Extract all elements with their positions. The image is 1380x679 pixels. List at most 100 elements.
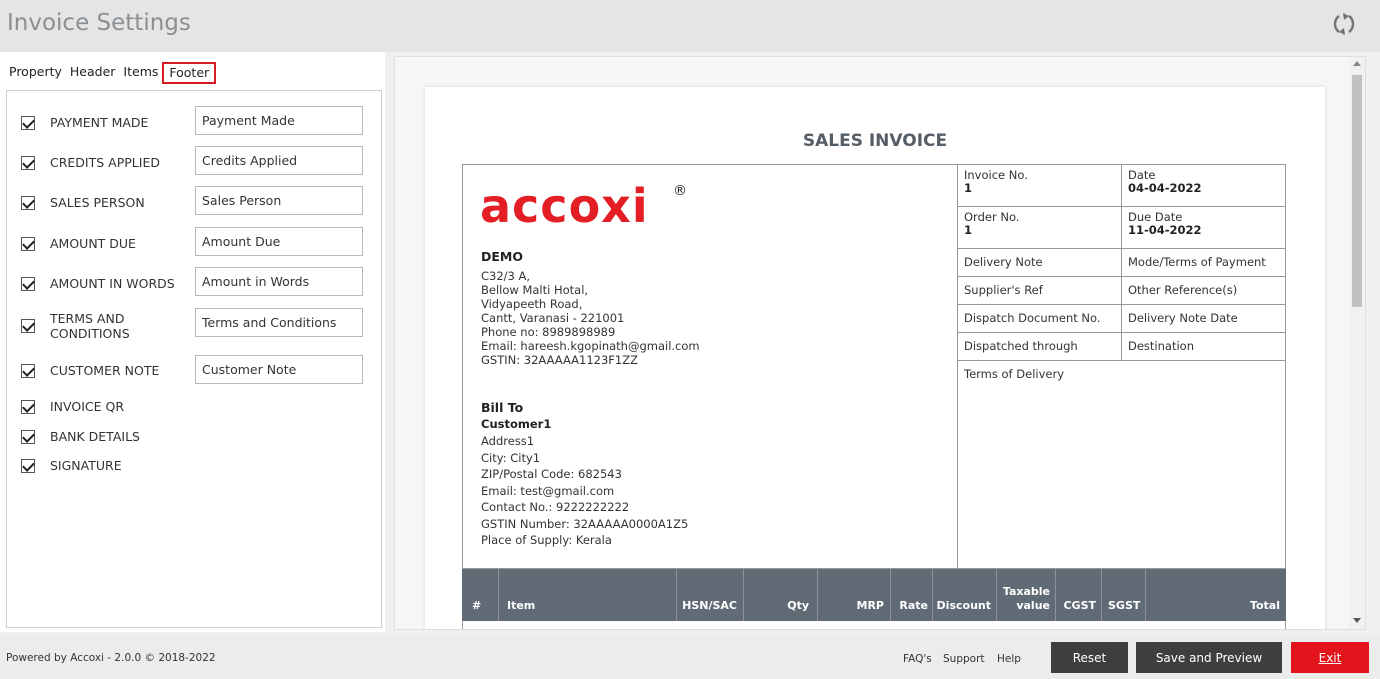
col-hsn-label: HSN/SAC: [682, 599, 737, 612]
date-cell: Date 04-04-2022: [1122, 165, 1286, 206]
credits-applied-input[interactable]: [195, 146, 363, 175]
invoice-qr-label: INVOICE QR: [50, 399, 125, 414]
tab-items[interactable]: Items: [119, 62, 162, 84]
amount-in-words-checkbox[interactable]: [21, 276, 35, 291]
order-no-label: Order No.: [964, 210, 1020, 224]
col-no: #: [462, 569, 499, 621]
option-amount-due: AMOUNT DUE: [21, 236, 186, 251]
save-preview-button[interactable]: Save and Preview: [1136, 642, 1282, 673]
meta-row: Supplier's Ref Other Reference(s): [958, 277, 1286, 305]
invoice-no-value: 1: [964, 181, 973, 195]
invoice-header-box: accoxi ® DEMO C32/3 A, Bellow Malti Hota…: [462, 164, 1286, 569]
credits-applied-label: CREDITS APPLIED: [50, 155, 160, 170]
col-sgst: SGST: [1102, 569, 1146, 621]
bill-to-name: Customer1: [481, 417, 552, 431]
help-link[interactable]: Help: [997, 653, 1021, 665]
option-credits-applied: CREDITS APPLIED: [21, 155, 186, 170]
invoice-no-cell: Invoice No. 1: [958, 165, 1122, 206]
bank-details-label: BANK DETAILS: [50, 429, 140, 444]
invoice-no-label: Invoice No.: [964, 168, 1028, 182]
terms-and-conditions-checkbox[interactable]: [21, 319, 35, 333]
company-line: Cantt, Varanasi - 221001: [481, 311, 625, 325]
terms-and-conditions-label: TERMS AND CONDITIONS: [50, 311, 130, 341]
tab-property[interactable]: Property: [5, 62, 66, 84]
col-taxable-label: Taxable: [1002, 585, 1050, 598]
meta-row: Invoice No. 1 Date 04-04-2022: [958, 165, 1286, 207]
due-date-cell: Due Date 11-04-2022: [1122, 207, 1286, 248]
col-rate-label: Rate: [899, 599, 928, 612]
invoice-paper: SALES INVOICE accoxi ® DEMO C32/3 A, Bel…: [425, 87, 1325, 629]
company-logo: accoxi: [480, 179, 649, 233]
amount-in-words-label: AMOUNT IN WORDS: [50, 276, 175, 291]
col-no-label: #: [472, 599, 482, 612]
invoice-qr-checkbox[interactable]: [21, 399, 35, 414]
bill-to-line: ZIP/Postal Code: 682543: [481, 467, 622, 481]
status-bar: Powered by Accoxi - 2.0.0 © 2018-2022 FA…: [0, 636, 1380, 679]
invoice-preview[interactable]: SALES INVOICE accoxi ® DEMO C32/3 A, Bel…: [394, 56, 1366, 630]
signature-checkbox[interactable]: [21, 458, 35, 473]
payment-made-checkbox[interactable]: [21, 115, 35, 130]
customer-note-checkbox[interactable]: [21, 363, 35, 378]
exit-button[interactable]: Exit: [1291, 642, 1369, 673]
order-no-cell: Order No. 1: [958, 207, 1122, 248]
bill-to-line: Address1: [481, 434, 535, 448]
option-sales-person: SALES PERSON: [21, 195, 186, 210]
faqs-link[interactable]: FAQ's: [903, 653, 932, 665]
sales-person-input[interactable]: [195, 186, 363, 215]
destination-cell: Destination: [1128, 339, 1194, 353]
col-mrp: MRP: [818, 569, 891, 621]
amount-in-words-input[interactable]: [195, 267, 363, 296]
customer-note-label: CUSTOMER NOTE: [50, 363, 160, 378]
reset-button[interactable]: Reset: [1051, 642, 1128, 673]
due-date-value: 11-04-2022: [1128, 223, 1202, 237]
option-amount-in-words: AMOUNT IN WORDS: [21, 276, 186, 291]
terms-and-conditions-input[interactable]: [195, 308, 363, 337]
refresh-icon[interactable]: [1330, 10, 1358, 38]
col-mrp-label: MRP: [856, 599, 884, 612]
signature-label: SIGNATURE: [50, 458, 122, 473]
sales-person-label: SALES PERSON: [50, 195, 145, 210]
settings-tabs: Property Header Items Footer: [5, 62, 217, 84]
scroll-thumb[interactable]: [1352, 75, 1362, 307]
col-cgst-label: CGST: [1063, 599, 1096, 612]
scroll-up-icon[interactable]: [1353, 61, 1361, 66]
sales-person-checkbox[interactable]: [21, 195, 35, 210]
credits-applied-checkbox[interactable]: [21, 155, 35, 170]
terms-of-delivery: Terms of Delivery: [964, 367, 1064, 381]
dispatch-doc-cell: Dispatch Document No.: [958, 305, 1122, 332]
amount-due-input[interactable]: [195, 227, 363, 256]
bank-details-checkbox[interactable]: [21, 429, 35, 444]
order-no-value: 1: [964, 223, 973, 237]
col-hsn: HSN/SAC: [677, 569, 744, 621]
scroll-down-icon[interactable]: [1353, 618, 1361, 623]
page-title: Invoice Settings: [7, 10, 191, 36]
tab-header[interactable]: Header: [66, 62, 120, 84]
mode-terms-cell: Mode/Terms of Payment: [1128, 255, 1266, 269]
col-rate: Rate: [891, 569, 933, 621]
support-link[interactable]: Support: [943, 653, 985, 665]
payment-made-input[interactable]: [195, 106, 363, 135]
tab-footer[interactable]: Footer: [162, 62, 217, 84]
option-invoice-qr: INVOICE QR: [21, 399, 186, 414]
bill-to-line: Email: test@gmail.com: [481, 483, 615, 498]
customer-note-input[interactable]: [195, 355, 363, 384]
bill-to-line: Contact No.: 9222222222: [481, 500, 630, 514]
invoice-title: SALES INVOICE: [802, 131, 948, 151]
delivery-note-date-cell: Delivery Note Date: [1128, 311, 1238, 325]
powered-by: Powered by Accoxi - 2.0.0 © 2018-2022: [6, 652, 216, 664]
preview-scrollbar[interactable]: [1349, 57, 1365, 629]
company-line: GSTIN: 32AAAAA1123F1ZZ: [481, 353, 638, 367]
bill-to-address: Address1 City: City1 ZIP/Postal Code: 68…: [481, 433, 688, 549]
date-value: 04-04-2022: [1128, 181, 1202, 195]
company-line: Email: hareesh.kgopinath@gmail.com: [481, 339, 700, 353]
meta-row: Dispatched through Destination: [958, 333, 1286, 361]
meta-row: Dispatch Document No. Delivery Note Date: [958, 305, 1286, 333]
items-table-header: # Item HSN/SAC Qty MRP Rate Discount Tax…: [462, 569, 1286, 621]
amount-due-checkbox[interactable]: [21, 236, 35, 251]
bill-to-line: Place of Supply: Kerala: [481, 533, 612, 547]
other-refs-cell: Other Reference(s): [1128, 283, 1238, 297]
dispatched-through-cell: Dispatched through: [958, 333, 1122, 360]
col-item-label: Item: [507, 599, 536, 612]
bill-to-line: City: City1: [481, 450, 541, 465]
col-qty-label: Qty: [787, 599, 809, 612]
